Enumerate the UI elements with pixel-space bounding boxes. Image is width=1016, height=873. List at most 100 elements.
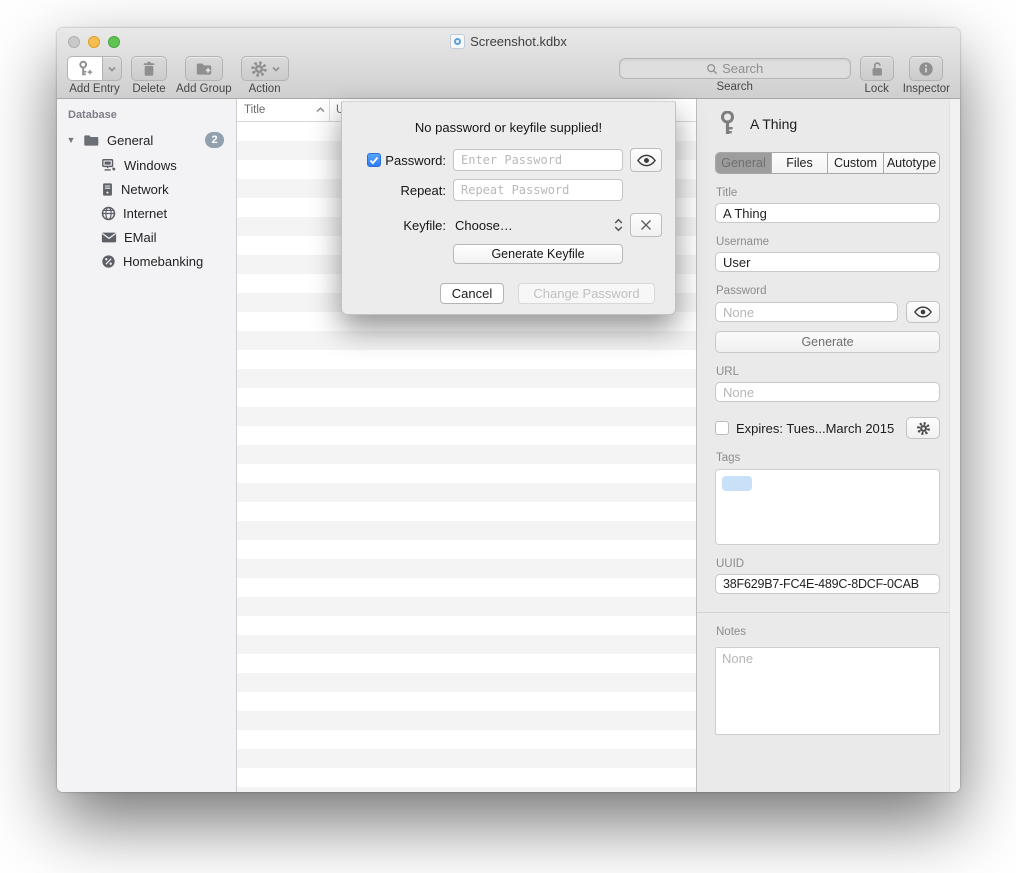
lock-control: Lock xyxy=(860,56,894,95)
sidebar-item-windows[interactable]: Windows xyxy=(57,153,236,177)
search-icon xyxy=(706,63,718,75)
window-header: Screenshot.kdbx xyxy=(57,28,960,99)
sidebar-item-general[interactable]: ▼ General 2 xyxy=(57,127,236,153)
column-header-title[interactable]: Title xyxy=(237,99,330,121)
url-field[interactable] xyxy=(715,382,940,402)
uuid-field[interactable] xyxy=(715,574,940,594)
trash-icon xyxy=(140,60,158,78)
change-password-button[interactable]: Change Password xyxy=(518,283,655,304)
reveal-password-button[interactable] xyxy=(906,301,940,323)
window-title: Screenshot.kdbx xyxy=(57,34,960,49)
add-group-control: Add Group xyxy=(176,56,232,95)
add-entry-dropdown-button[interactable] xyxy=(102,56,122,81)
search-input[interactable]: Search xyxy=(619,58,851,79)
checkmark-icon xyxy=(369,156,379,165)
tab-general[interactable]: General xyxy=(716,153,772,173)
sidebar-item-email[interactable]: EMail xyxy=(57,225,236,249)
action-control: Action xyxy=(241,56,289,95)
key-plus-icon xyxy=(76,60,94,78)
document-icon xyxy=(450,34,465,49)
sidebar-item-label: EMail xyxy=(124,230,157,245)
delete-button[interactable] xyxy=(131,56,167,81)
add-entry-control: Add Entry xyxy=(67,56,122,95)
change-password-sheet: No password or keyfile supplied! Passwor… xyxy=(341,101,676,315)
cancel-button[interactable]: Cancel xyxy=(440,283,504,304)
sheet-message: No password or keyfile supplied! xyxy=(342,120,675,135)
chevron-down-icon xyxy=(272,66,280,72)
keyfile-value: Choose… xyxy=(455,218,513,233)
tab-files[interactable]: Files xyxy=(772,153,828,173)
sidebar-item-network[interactable]: Network xyxy=(57,177,236,201)
password-field[interactable] xyxy=(715,302,898,322)
workgroup-icon xyxy=(101,158,117,173)
password-field-label: Password xyxy=(716,285,940,297)
sheet-repeat-label: Repeat: xyxy=(361,183,446,198)
keyfile-dropdown[interactable]: Choose… xyxy=(453,218,623,233)
generate-password-button[interactable]: Generate xyxy=(715,331,940,353)
username-field[interactable] xyxy=(715,252,940,272)
title-field-label: Title xyxy=(716,187,940,199)
server-icon xyxy=(101,182,114,197)
folder-icon xyxy=(83,133,100,148)
action-button[interactable] xyxy=(241,56,289,81)
clear-x-icon xyxy=(640,219,652,231)
lock-label: Lock xyxy=(865,83,889,95)
inspector-panel: A Thing General Files Custom Autotype Ti… xyxy=(696,99,960,792)
folder-plus-icon xyxy=(194,60,214,78)
eye-icon xyxy=(637,154,656,167)
tags-box[interactable] xyxy=(715,469,940,545)
clear-keyfile-button[interactable] xyxy=(630,213,662,237)
inspector-control: Inspector xyxy=(903,56,950,95)
key-icon xyxy=(719,111,736,137)
inspector-tabs: General Files Custom Autotype xyxy=(715,152,940,174)
gear-icon xyxy=(250,60,268,78)
percent-icon xyxy=(101,254,116,269)
inspector-button[interactable] xyxy=(909,56,943,81)
sidebar-item-homebanking[interactable]: Homebanking xyxy=(57,249,236,273)
titlebar[interactable]: Screenshot.kdbx xyxy=(57,28,960,55)
sheet-reveal-password-button[interactable] xyxy=(630,148,662,172)
info-icon xyxy=(918,61,934,77)
password-checkbox[interactable] xyxy=(367,153,381,167)
sidebar-item-internet[interactable]: Internet xyxy=(57,201,236,225)
expires-checkbox[interactable] xyxy=(715,421,729,435)
sheet-password-label: Password: xyxy=(385,153,446,168)
sidebar-item-label: Homebanking xyxy=(123,254,203,269)
sidebar-item-label: Internet xyxy=(123,206,167,221)
add-entry-button[interactable] xyxy=(67,56,102,81)
notes-field[interactable] xyxy=(715,647,940,735)
generate-keyfile-button[interactable]: Generate Keyfile xyxy=(453,244,623,264)
lock-button[interactable] xyxy=(860,56,894,81)
sheet-keyfile-label: Keyfile: xyxy=(361,218,446,233)
url-field-label: URL xyxy=(716,366,940,378)
tab-custom[interactable]: Custom xyxy=(828,153,884,173)
action-label: Action xyxy=(249,83,281,95)
sidebar-section-header: Database xyxy=(57,109,236,127)
desktop-background: Screenshot.kdbx xyxy=(0,0,1016,873)
lock-open-icon xyxy=(869,60,885,78)
sidebar: Database ▼ General 2 Windows xyxy=(57,99,237,792)
delete-control: Delete xyxy=(131,56,167,95)
add-entry-label: Add Entry xyxy=(69,83,120,95)
title-field[interactable] xyxy=(715,203,940,223)
disclosure-triangle-icon[interactable]: ▼ xyxy=(65,135,77,145)
sheet-password-input[interactable] xyxy=(453,149,623,171)
sidebar-item-label: Network xyxy=(121,182,169,197)
inspector-label: Inspector xyxy=(903,83,950,95)
tags-field-label: Tags xyxy=(716,452,940,464)
tag-pill[interactable] xyxy=(722,476,752,491)
search-label: Search xyxy=(716,81,752,93)
notes-divider xyxy=(697,612,960,613)
toolbar: Add Entry Delete xyxy=(57,55,960,98)
app-window: Screenshot.kdbx xyxy=(57,28,960,792)
delete-label: Delete xyxy=(132,83,165,95)
tab-autotype[interactable]: Autotype xyxy=(884,153,939,173)
expires-label: Expires: Tues...March 2015 xyxy=(736,421,899,436)
add-group-button[interactable] xyxy=(185,56,223,81)
stepper-icon xyxy=(614,218,623,232)
expires-settings-button[interactable] xyxy=(906,417,940,439)
sheet-repeat-input[interactable] xyxy=(453,179,623,201)
notes-field-label: Notes xyxy=(716,626,940,638)
dropdown-arrow-icon xyxy=(108,66,116,72)
sidebar-item-label: General xyxy=(107,133,153,148)
